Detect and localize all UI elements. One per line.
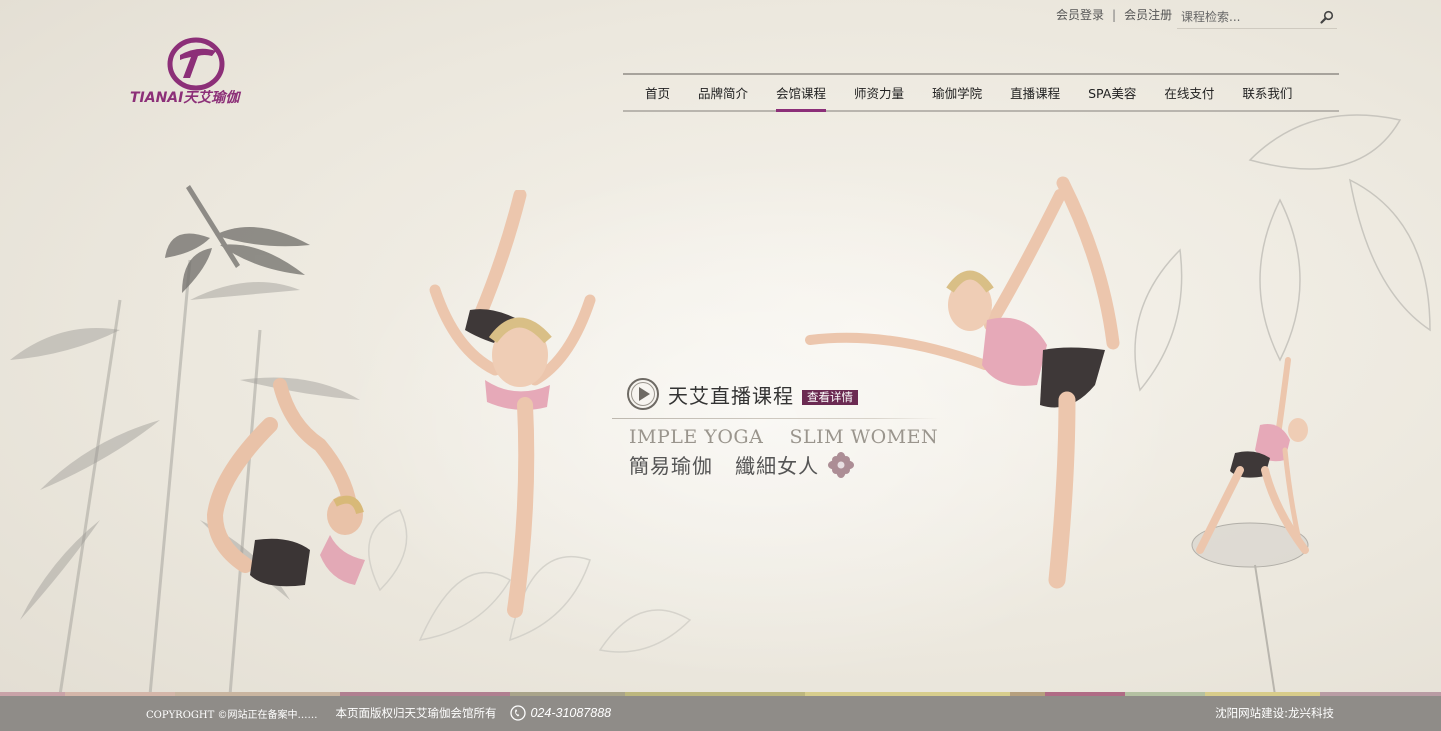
search-icon[interactable] (1319, 9, 1335, 25)
search-input[interactable] (1177, 6, 1315, 27)
main-nav: 首页 品牌简介 会馆课程 师资力量 瑜伽学院 直播课程 SPA美容 在线支付 联… (623, 73, 1339, 112)
nav-item-courses[interactable]: 会馆课程 (776, 75, 827, 112)
nav-item-label: SPA美容 (1088, 86, 1137, 101)
site-credit[interactable]: 沈阳网站建设:龙兴科技 (1215, 705, 1334, 721)
nav-item-home[interactable]: 首页 (645, 75, 670, 110)
nav-item-label: 在线支付 (1164, 86, 1215, 101)
phone-icon (510, 705, 527, 721)
footer: COPYROGHT ©网站正在备案中…… 本页面版权归天艾瑜伽会馆所有 024-… (0, 696, 1441, 731)
dragonfly (165, 185, 310, 293)
flower-icon (828, 451, 855, 478)
phone-number: 024-31087888 (530, 706, 612, 720)
promo-english-slogan: IMPLE YOGA SLIM WOMEN (629, 426, 939, 448)
rights-text: 本页面版权归天艾瑜伽会馆所有 (335, 706, 497, 720)
nav-item-label: 首页 (645, 86, 671, 101)
logo-text: TIANAI天艾瑜伽 (130, 90, 240, 106)
nav-item-contact[interactable]: 联系我们 (1242, 75, 1292, 110)
nav-item-label: 师资力量 (854, 86, 905, 101)
yoga-figure-bow-pose (206, 378, 365, 587)
promo-title: 天艾直播课程 (668, 383, 794, 408)
nav-item-payment[interactable]: 在线支付 (1164, 75, 1214, 110)
nav-item-teachers[interactable]: 师资力量 (854, 75, 904, 110)
nav-item-live[interactable]: 直播课程 (1010, 75, 1060, 110)
nav-item-brand[interactable]: 品牌简介 (698, 75, 748, 110)
view-details-button[interactable]: 查看详情 (802, 389, 858, 405)
yoga-figure-triangle-pose (1196, 357, 1309, 554)
nav-item-label: 会馆课程 (776, 86, 827, 101)
promo-chinese-slogan: 簡易瑜伽 纖細女人 (629, 454, 820, 478)
promo-header: 天艾直播课程 查看详情 (612, 374, 942, 414)
nav-item-spa[interactable]: SPA美容 (1088, 75, 1136, 110)
member-links: 会员登录 | 会员注册 (1056, 6, 1172, 23)
nav-item-label: 瑜伽学院 (932, 86, 983, 101)
link-separator: | (1112, 7, 1117, 22)
login-link[interactable]: 会员登录 (1056, 6, 1104, 23)
yoga-figure-standing-split (429, 190, 596, 618)
nav-item-academy[interactable]: 瑜伽学院 (932, 75, 982, 110)
nav-item-label: 品牌简介 (698, 86, 749, 101)
nav-item-label: 直播课程 (1010, 86, 1061, 101)
footer-info: COPYROGHT ©网站正在备案中…… 本页面版权归天艾瑜伽会馆所有 024-… (146, 705, 611, 721)
live-course-promo: 天艾直播课程 查看详情 IMPLE YOGA SLIM WOMEN 簡易瑜伽 纖… (612, 374, 942, 479)
promo-divider (612, 418, 940, 419)
course-search (1177, 5, 1337, 29)
promo-chinese-slogan-row: 簡易瑜伽 纖細女人 (629, 450, 942, 479)
nav-item-label: 联系我们 (1242, 86, 1293, 101)
logo-mark-icon (167, 37, 225, 91)
logo[interactable]: TIANAI天艾瑜伽 (130, 37, 255, 109)
register-link[interactable]: 会员注册 (1124, 6, 1172, 23)
copyright-text: COPYROGHT ©网站正在备案中…… (146, 709, 318, 721)
play-icon[interactable] (626, 377, 660, 411)
